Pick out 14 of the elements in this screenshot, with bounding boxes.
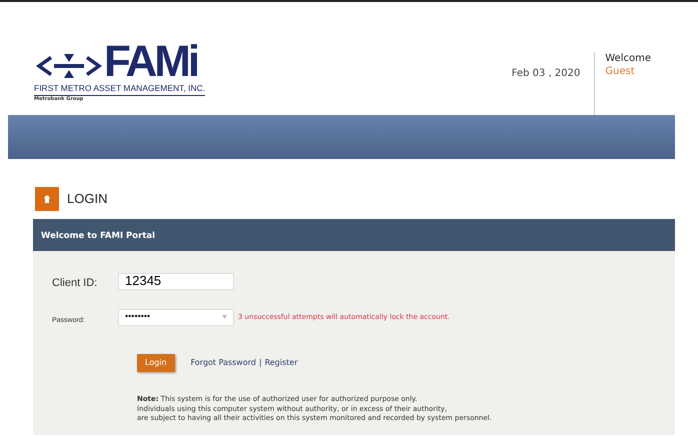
forgot-password-link[interactable]: Forgot Password [190, 357, 256, 369]
lock-icon [35, 186, 59, 210]
panel-title: Welcome to FAMI Portal [33, 219, 675, 251]
separator: | [258, 357, 262, 369]
logo-text: FAMi [104, 42, 198, 82]
client-id-field[interactable]: 12345 [118, 272, 234, 290]
password-field[interactable]: •••••••• [118, 308, 234, 326]
date-text: Feb 03 , 2020 [512, 67, 580, 81]
field-label: Client ID: [52, 277, 98, 289]
page-title: LOGIN [67, 190, 108, 208]
user-name: Guest [605, 65, 636, 78]
register-link[interactable]: Register [264, 357, 298, 369]
company-name: FIRST METRO ASSET MANAGEMENT, INC. [34, 82, 206, 96]
welcome-text: Welcome [605, 52, 651, 65]
